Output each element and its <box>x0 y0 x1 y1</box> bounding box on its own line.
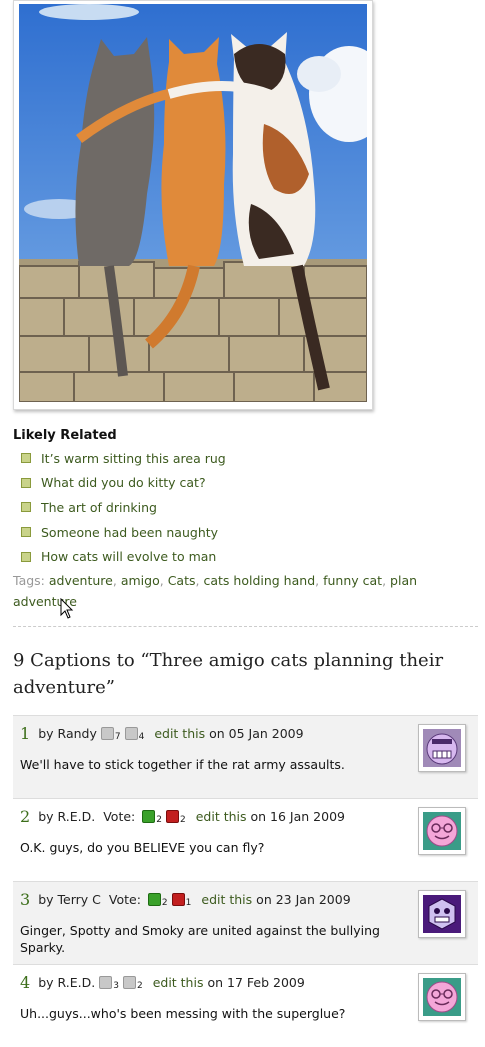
by-label: by <box>38 975 54 990</box>
tag-link[interactable]: Cats <box>168 573 196 588</box>
caption-header: 3 by Terry C Vote: 2 1 edit this on 23 Jan 2009 <box>20 890 351 909</box>
vote-up-button[interactable]: 2 <box>142 810 162 825</box>
avatar[interactable] <box>418 807 466 855</box>
tag-link[interactable]: adventure <box>49 573 113 588</box>
by-label: by <box>38 892 54 907</box>
edit-this-link[interactable]: edit this <box>201 892 252 907</box>
bullet-icon <box>21 477 31 488</box>
caption-date: on 23 Jan 2009 <box>256 892 351 907</box>
caption-date: on 05 Jan 2009 <box>209 726 304 741</box>
vote-up-count: 3 <box>113 981 119 991</box>
grimace-face-icon <box>423 729 461 767</box>
vote-up-button[interactable]: 2 <box>147 893 168 908</box>
caption-number: 3 <box>20 890 31 909</box>
captions-heading: 9 Captions to “Three amigo cats planning… <box>13 650 444 698</box>
vote-label: Vote: <box>108 892 141 907</box>
vote-down-button[interactable]: 1 <box>171 893 192 908</box>
vote-down-count: 2 <box>136 981 143 991</box>
caption-date: on 16 Jan 2009 <box>250 809 345 824</box>
caption-author: R.E.D. <box>57 975 96 990</box>
related-item: Someone had been naughty <box>21 520 226 545</box>
caption-text: O.K. guys, do you BELIEVE you can fly? <box>20 840 265 855</box>
glasses-face-icon <box>423 812 461 850</box>
thumbs-up-icon <box>147 893 161 906</box>
related-link[interactable]: Someone had been naughty <box>41 525 218 540</box>
caption-author: Terry C <box>57 892 101 907</box>
by-label: by <box>38 726 54 741</box>
thumbs-down-icon <box>165 810 179 823</box>
caption-number: 4 <box>20 973 31 992</box>
caption-text: Ginger, Spotty and Smoky are united agai… <box>20 923 380 955</box>
caption-item: 2 by R.E.D. Vote: 2 2 edit this on 16 Jan 2009 O… <box>13 798 478 881</box>
tag-link[interactable]: funny cat <box>323 573 382 588</box>
related-link[interactable]: What did you do kitty cat? <box>41 475 206 490</box>
thumbs-up-icon <box>99 976 113 989</box>
bullet-icon <box>21 502 31 513</box>
related-link[interactable]: How cats will evolve to man <box>41 549 216 564</box>
caption-number: 2 <box>20 807 31 826</box>
vote-down-count: 2 <box>179 815 186 825</box>
thumbs-up-icon <box>142 810 156 823</box>
edit-this-link[interactable]: edit this <box>154 726 205 741</box>
edit-this-link[interactable]: edit this <box>153 975 204 990</box>
tags-line: Tags: adventure, amigo, Cats, cats holdi… <box>13 573 418 609</box>
cat-photo[interactable] <box>19 4 367 402</box>
bullet-icon <box>21 527 31 538</box>
vote-down-button[interactable]: 2 <box>165 810 186 825</box>
avatar[interactable] <box>418 890 466 938</box>
vote-down-count: 4 <box>138 732 145 742</box>
caption-text: Uh...guys...who's been messing with the … <box>20 1006 346 1021</box>
caption-header: 4 by R.E.D. 3 2 edit this on 17 Feb 2009 <box>20 973 305 992</box>
thumbs-down-icon <box>171 893 185 906</box>
thumbs-down-icon <box>124 727 138 740</box>
vote-down-count: 1 <box>185 898 192 908</box>
caption-text: We'll have to stick together if the rat … <box>20 757 345 772</box>
vote-up-count: 2 <box>156 815 162 825</box>
mouse-cursor-icon <box>60 598 74 619</box>
thumbs-down-icon <box>122 976 136 989</box>
caption-header: 1 by Randy 7 4 edit this on 05 Jan 2009 <box>20 724 304 743</box>
caption-item: 1 by Randy 7 4 edit this on 05 Jan 2009 We'll h… <box>13 715 478 798</box>
related-item: What did you do kitty cat? <box>21 471 226 496</box>
vote-label: Vote: <box>103 809 136 824</box>
bullet-icon <box>21 453 31 464</box>
caption-item: 3 by Terry C Vote: 2 1 edit this on 23 Jan 2009… <box>13 881 478 964</box>
vote-down-button[interactable]: 2 <box>122 976 143 991</box>
cat-photo-frame <box>13 0 373 410</box>
tag-link[interactable]: cats holding hand <box>203 573 315 588</box>
bullet-icon <box>21 551 31 562</box>
tag-link[interactable]: amigo <box>121 573 160 588</box>
hexagon-face-icon <box>423 895 461 933</box>
glasses-face-icon <box>423 978 461 1016</box>
vote-up-count: 2 <box>161 898 168 908</box>
caption-date: on 17 Feb 2009 <box>207 975 305 990</box>
related-list: It’s warm sitting this area rug What did… <box>21 446 226 569</box>
related-heading: Likely Related <box>13 428 117 443</box>
related-link[interactable]: The art of drinking <box>41 500 157 515</box>
thumbs-up-icon <box>100 727 114 740</box>
avatar[interactable] <box>418 973 466 1021</box>
vote-up-button[interactable]: 7 <box>100 727 121 742</box>
tags-label: Tags: <box>13 573 45 588</box>
caption-number: 1 <box>20 724 31 743</box>
related-link[interactable]: It’s warm sitting this area rug <box>41 451 226 466</box>
avatar[interactable] <box>418 724 466 772</box>
vote-up-button[interactable]: 3 <box>99 976 119 991</box>
vote-up-count: 7 <box>114 732 121 742</box>
caption-author: R.E.D. <box>57 809 96 824</box>
vote-down-button[interactable]: 4 <box>124 727 145 742</box>
edit-this-link[interactable]: edit this <box>196 809 247 824</box>
related-item: How cats will evolve to man <box>21 544 226 569</box>
related-item: The art of drinking <box>21 495 226 520</box>
caption-header: 2 by R.E.D. Vote: 2 2 edit this on 16 Jan 2009 <box>20 807 345 826</box>
caption-item: 4 by R.E.D. 3 2 edit this on 17 Feb 2009 Uh...g… <box>13 964 478 1047</box>
related-item: It’s warm sitting this area rug <box>21 446 226 471</box>
by-label: by <box>38 809 54 824</box>
section-divider <box>13 626 478 627</box>
caption-author: Randy <box>57 726 97 741</box>
